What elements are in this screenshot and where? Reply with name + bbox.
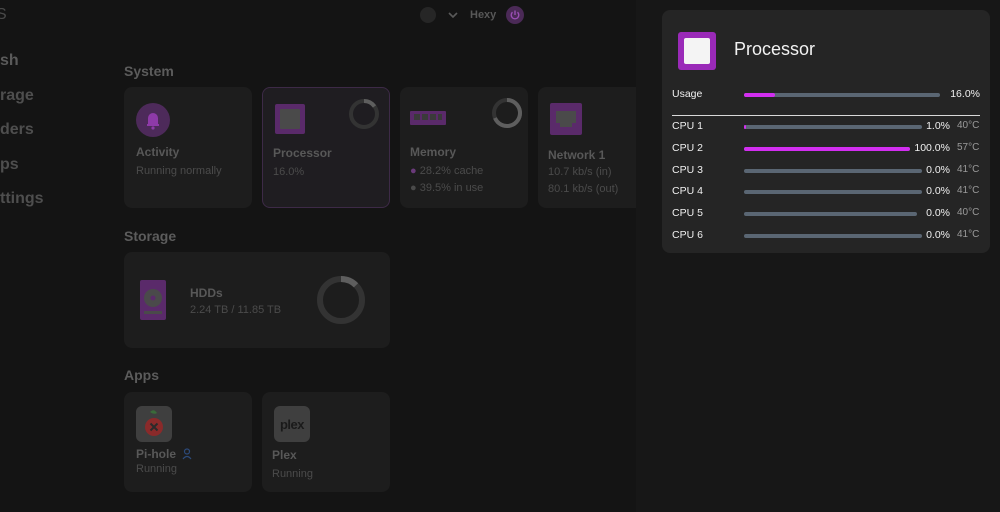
cpu-row: CPU 2 100.0% 57°C xyxy=(672,141,982,157)
pihole-title: Pi-hole xyxy=(136,447,177,461)
cpu-label: CPU 3 xyxy=(672,164,703,176)
cpu-bar xyxy=(744,147,910,151)
cpu-label: CPU 4 xyxy=(672,185,703,197)
cpu-value: 0.0% xyxy=(926,185,950,197)
storage-usage-ring xyxy=(317,276,365,324)
cpu-icon xyxy=(678,32,716,70)
cpu-icon xyxy=(275,104,305,134)
panel-title: Processor xyxy=(734,39,816,59)
cpu-row: CPU 1 1.0% 40°C xyxy=(672,119,982,135)
cpu-bar xyxy=(744,125,922,129)
cpu-value: 1.0% xyxy=(926,120,950,132)
memory-cache: ● 28.2% cache xyxy=(410,165,484,177)
cpu-temp: 40°C xyxy=(957,120,980,131)
hdd-icon xyxy=(140,280,166,320)
ethernet-icon xyxy=(550,103,582,135)
cpu-value: 0.0% xyxy=(926,207,950,219)
top-bar: Hexy xyxy=(420,6,525,24)
cpu-temp: 40°C xyxy=(957,207,980,218)
processor-card[interactable]: Processor 16.0% xyxy=(262,87,390,208)
cpu-row: CPU 5 0.0% 40°C xyxy=(672,206,982,222)
cpu-label: CPU 5 xyxy=(672,207,703,219)
cpu-row: CPU 4 0.0% 41°C xyxy=(672,184,982,200)
usage-bar-fill xyxy=(744,93,776,97)
panel-divider xyxy=(672,115,980,116)
plex-logo-icon: plex xyxy=(274,406,310,442)
cpu-bar xyxy=(744,212,917,216)
cpu-temp: 41°C xyxy=(957,164,980,175)
pihole-card[interactable]: Pi-hole Running xyxy=(124,392,252,492)
section-title-storage: Storage xyxy=(124,228,177,244)
bell-icon xyxy=(136,103,170,137)
activity-status: Running normally xyxy=(136,165,222,177)
processor-value: 16.0% xyxy=(273,166,305,178)
sidebar-item-label: ttings xyxy=(0,190,44,207)
cpu-value: 0.0% xyxy=(926,229,950,241)
plex-status: Running xyxy=(272,468,313,480)
cpu-label: CPU 1 xyxy=(672,120,703,132)
power-icon xyxy=(510,10,520,20)
memory-in-use: ● 39.5% in use xyxy=(410,182,484,194)
processor-detail-panel: Processor Usage 16.0% CPU 1 1.0% 40°C CP… xyxy=(662,10,990,253)
sidebar-item-label: ders xyxy=(0,121,34,138)
user-name[interactable]: Hexy xyxy=(470,9,496,21)
usage-bar xyxy=(744,93,940,97)
cpu-value: 0.0% xyxy=(926,164,950,176)
network-card[interactable]: Network 1 10.7 kb/s (in) 80.1 kb/s (out) xyxy=(538,87,636,208)
memory-card[interactable]: Memory ● 28.2% cache ● 39.5% in use xyxy=(400,87,528,208)
sidebar-item-folders[interactable]: ders xyxy=(0,119,44,154)
power-button[interactable] xyxy=(506,6,525,24)
memory-cache-value: 28.2% cache xyxy=(419,165,484,177)
cpu-temp: 41°C xyxy=(957,185,980,196)
cpu-bar xyxy=(744,234,922,238)
processor-title: Processor xyxy=(273,146,332,160)
pihole-status: Running xyxy=(136,463,177,475)
usage-row: Usage 16.0% xyxy=(672,87,982,103)
network-title: Network 1 xyxy=(548,148,606,162)
sidebar-item-storage[interactable]: rage xyxy=(0,85,44,120)
activity-title: Activity xyxy=(136,145,180,159)
cpu-temp: 57°C xyxy=(957,142,980,153)
network-out: 80.1 kb/s (out) xyxy=(548,183,619,195)
sidebar-nav: sh rage ders ps ttings xyxy=(0,50,44,223)
chevron-down-icon[interactable] xyxy=(446,8,460,22)
sidebar-item-label: rage xyxy=(0,86,34,104)
cpu-row: CPU 6 0.0% 41°C xyxy=(672,228,982,244)
memory-title: Memory xyxy=(410,145,457,159)
sidebar-item-label: ps xyxy=(0,155,19,173)
section-title-apps: Apps xyxy=(124,367,159,383)
sidebar-item-label: sh xyxy=(0,52,19,69)
sidebar-item-settings[interactable]: ttings xyxy=(0,188,44,223)
memory-usage-ring xyxy=(492,98,522,128)
cpu-bar-fill xyxy=(744,147,910,151)
cpu-bar xyxy=(744,169,922,173)
cpu-label: CPU 6 xyxy=(672,229,703,241)
pihole-logo-icon xyxy=(136,406,172,442)
plex-logo-text: plex xyxy=(279,416,305,432)
usage-value: 16.0% xyxy=(950,88,980,100)
app-logo-fragment: S xyxy=(0,6,7,23)
network-in: 10.7 kb/s (in) xyxy=(548,166,612,178)
usage-label: Usage xyxy=(672,88,703,100)
cpu-temp: 41°C xyxy=(957,229,980,240)
activity-card[interactable]: Activity Running normally xyxy=(124,87,252,208)
cpu-label: CPU 2 xyxy=(672,142,703,154)
hdds-usage: 2.24 TB / 11.85 TB xyxy=(190,304,282,316)
sidebar-item-apps[interactable]: ps xyxy=(0,154,44,189)
hdds-card[interactable]: HDDs 2.24 TB / 11.85 TB xyxy=(124,252,390,348)
user-icon xyxy=(182,448,192,460)
sidebar-item-dashboard[interactable]: sh xyxy=(0,50,44,85)
plex-card[interactable]: plex Plex Running xyxy=(262,392,390,492)
section-title-system: System xyxy=(124,63,174,79)
hdds-title: HDDs xyxy=(190,286,223,300)
processor-usage-ring xyxy=(349,99,379,129)
plex-title: Plex xyxy=(272,448,297,462)
memory-icon xyxy=(410,111,446,125)
cpu-row: CPU 3 0.0% 41°C xyxy=(672,163,982,179)
cpu-value: 100.0% xyxy=(914,142,950,154)
cpu-bar-fill xyxy=(744,125,746,129)
cpu-bar xyxy=(744,190,922,194)
notification-icon[interactable] xyxy=(420,7,436,23)
memory-in-use-value: 39.5% in use xyxy=(419,182,484,194)
